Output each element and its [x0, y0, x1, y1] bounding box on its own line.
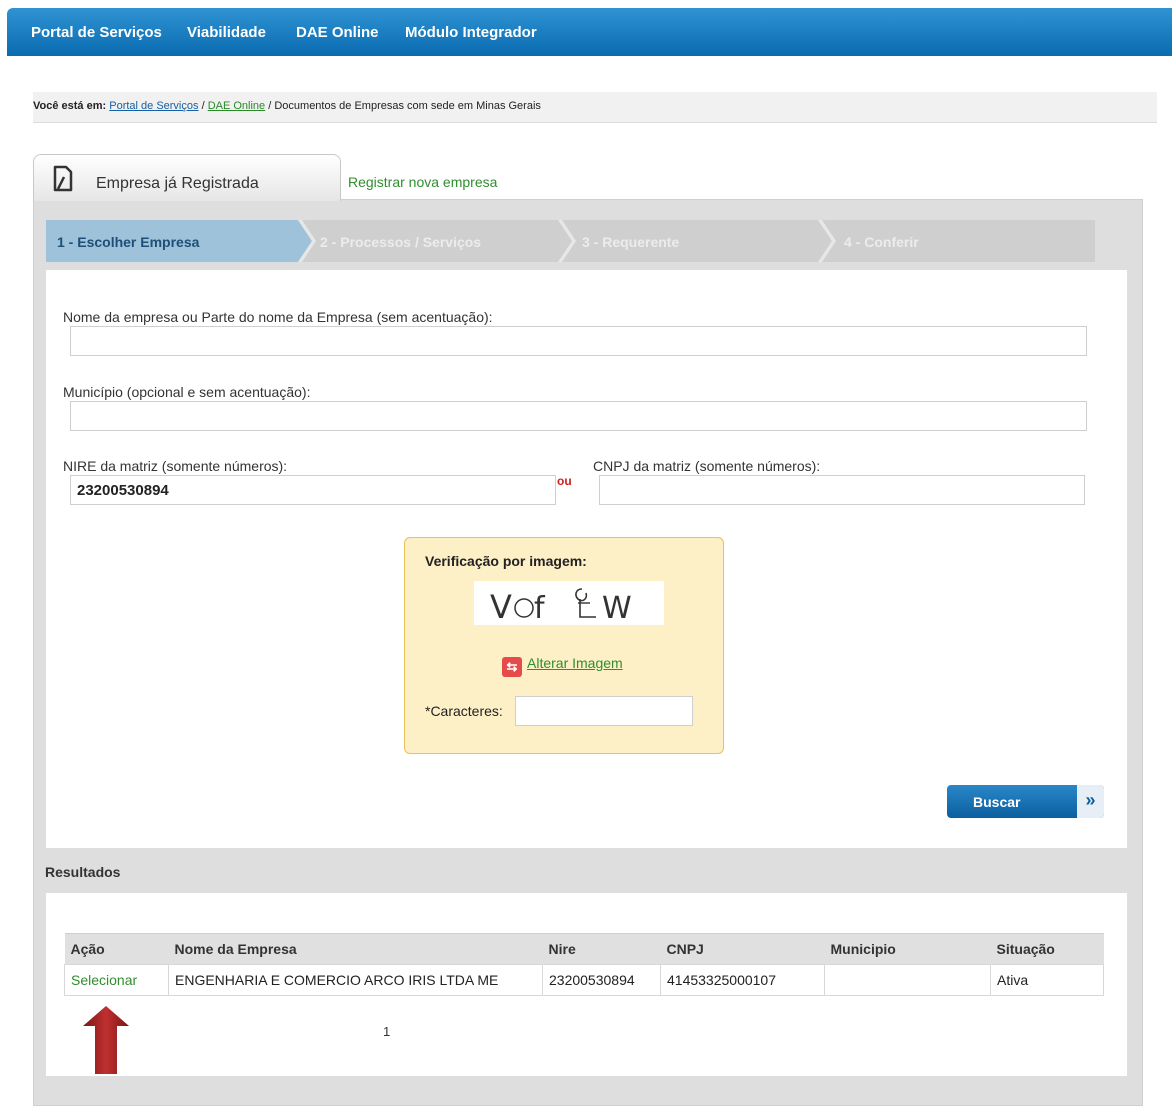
caracteres-input[interactable]	[515, 696, 693, 726]
cell-municipio	[824, 964, 991, 996]
breadcrumb-link-dae[interactable]: DAE Online	[208, 100, 265, 112]
breadcrumb: Você está em: Portal de Serviços / DAE O…	[33, 92, 1157, 123]
municipio-label: Município (opcional e sem acentuação):	[63, 384, 311, 400]
step-processos-servicos: 2 - Processos / Serviços	[320, 234, 482, 250]
nav-modulo-integrador[interactable]: Módulo Integrador	[405, 24, 537, 41]
breadcrumb-separator: /	[201, 100, 205, 112]
results-table: Ação Nome da Empresa Nire CNPJ Municipio…	[64, 933, 1104, 996]
alterar-imagem-link[interactable]: Alterar Imagem	[527, 655, 623, 671]
nome-empresa-input[interactable]	[70, 326, 1087, 356]
cell-nome: ENGENHARIA E COMERCIO ARCO IRIS LTDA ME	[168, 964, 543, 996]
nav-dae-online[interactable]: DAE Online	[296, 24, 379, 41]
cnpj-label: CNPJ da matriz (somente números):	[593, 458, 821, 474]
results-header-row: Ação Nome da Empresa Nire CNPJ Municipio…	[64, 933, 1104, 965]
col-situacao: Situação	[990, 933, 1104, 965]
table-row: Selecionar ENGENHARIA E COMERCIO ARCO IR…	[64, 964, 1104, 996]
breadcrumb-prefix: Você está em:	[33, 100, 107, 112]
cnpj-input[interactable]	[599, 475, 1085, 505]
nav-viabilidade[interactable]: Viabilidade	[187, 24, 266, 41]
col-nire: Nire	[542, 933, 661, 965]
wizard-steps: 1 - Escolher Empresa 2 - Processos / Ser…	[46, 220, 1095, 262]
selecionar-link[interactable]: Selecionar	[64, 964, 169, 996]
captcha-box: Verificação por imagem: V f W ⇆ Alterar …	[404, 537, 724, 754]
document-icon	[53, 165, 73, 192]
refresh-icon[interactable]: ⇆	[502, 657, 522, 677]
step-conferir: 4 - Conferir	[844, 234, 919, 250]
col-nome-empresa: Nome da Empresa	[168, 933, 543, 965]
nire-label: NIRE da matriz (somente números):	[63, 458, 288, 474]
nav-portal-servicos[interactable]: Portal de Serviços	[31, 24, 162, 41]
buscar-label: Buscar	[973, 794, 1021, 810]
cell-situacao: Ativa	[990, 964, 1104, 996]
cell-nire: 23200530894	[542, 964, 661, 996]
col-cnpj: CNPJ	[660, 933, 825, 965]
step-requerente: 3 - Requerente	[582, 234, 680, 250]
breadcrumb-link-portal[interactable]: Portal de Serviços	[109, 100, 198, 112]
svg-text:V: V	[490, 588, 512, 625]
svg-text:W: W	[602, 591, 632, 625]
pagination-page[interactable]: 1	[383, 1024, 390, 1039]
top-navigation: Portal de Serviços Viabilidade DAE Onlin…	[7, 8, 1172, 56]
captcha-image: V f W	[474, 581, 664, 626]
col-acao: Ação	[64, 933, 169, 965]
municipio-input[interactable]	[70, 401, 1087, 431]
nome-empresa-label: Nome da empresa ou Parte do nome da Empr…	[63, 309, 493, 325]
captcha-title: Verificação por imagem:	[425, 553, 587, 569]
double-chevron-right-icon: »	[1077, 785, 1104, 818]
buscar-button[interactable]: Buscar »	[947, 785, 1104, 818]
tab-empresa-registrada-label: Empresa já Registrada	[96, 175, 259, 192]
step-escolher-empresa: 1 - Escolher Empresa	[57, 234, 200, 250]
tab-registrar-nova-empresa[interactable]: Registrar nova empresa	[348, 174, 497, 190]
ou-separator: ou	[557, 474, 572, 488]
tab-empresa-registrada[interactable]: Empresa já Registrada	[33, 154, 341, 201]
red-up-arrow-annotation	[83, 1006, 129, 1074]
nire-input[interactable]: 23200530894	[70, 475, 556, 505]
svg-text:f: f	[534, 591, 546, 625]
caracteres-label: *Caracteres:	[425, 703, 503, 719]
cell-cnpj: 41453325000107	[660, 964, 825, 996]
breadcrumb-current: / Documentos de Empresas com sede em Min…	[268, 100, 541, 112]
results-title: Resultados	[45, 864, 121, 880]
col-municipio: Municipio	[824, 933, 991, 965]
